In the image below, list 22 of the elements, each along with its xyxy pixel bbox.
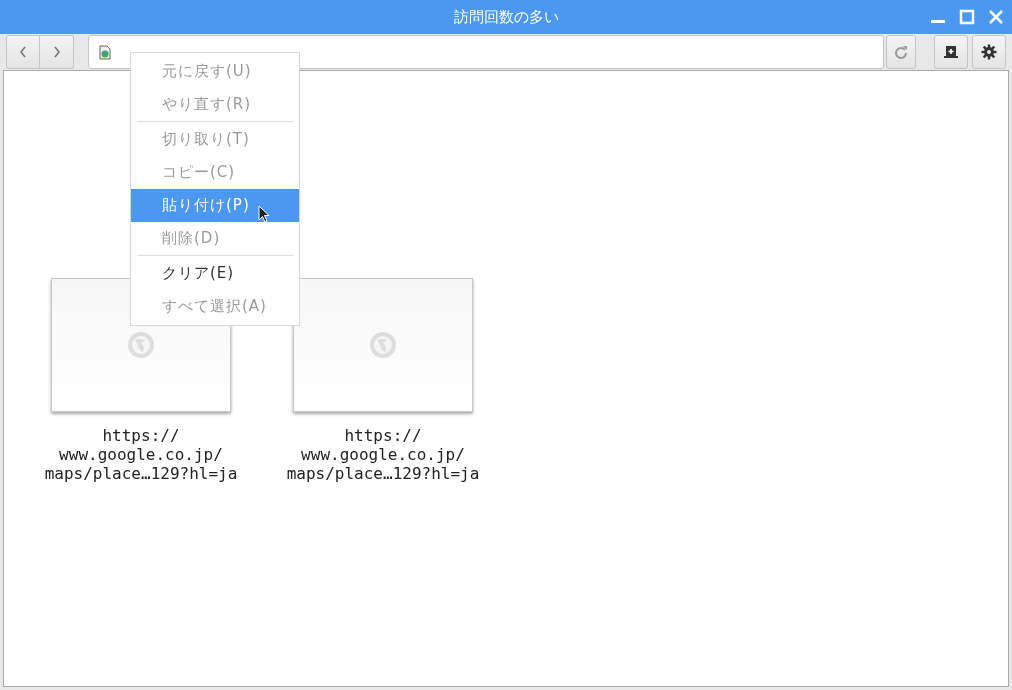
page-url[interactable]: https:// www.google.co.jp/ maps/place…129?hl=ja [44,426,238,483]
cursor-icon [258,205,270,223]
back-button[interactable] [6,35,40,69]
forward-icon [51,45,62,59]
window-title: 訪問回数の多い [453,7,559,27]
page-url[interactable]: https:// www.google.co.jp/ maps/place…129?hl=ja [286,426,480,483]
close-icon[interactable] [988,9,1004,25]
new-tab-button[interactable] [934,35,968,69]
menu-item[interactable]: クリア(E) [131,257,299,290]
forward-button[interactable] [40,35,74,69]
reload-button[interactable] [886,35,916,69]
globe-icon [368,330,398,360]
gear-icon [981,44,997,60]
thumbnail[interactable] [293,278,473,412]
maximize-icon[interactable] [959,9,975,25]
back-icon [18,45,28,59]
settings-button[interactable] [972,35,1006,69]
page-icon [99,44,111,60]
tab-plus-icon [943,45,959,59]
globe-icon [126,330,156,360]
menu-item[interactable]: 貼り付け(P) [131,189,299,222]
reload-icon [894,45,908,59]
